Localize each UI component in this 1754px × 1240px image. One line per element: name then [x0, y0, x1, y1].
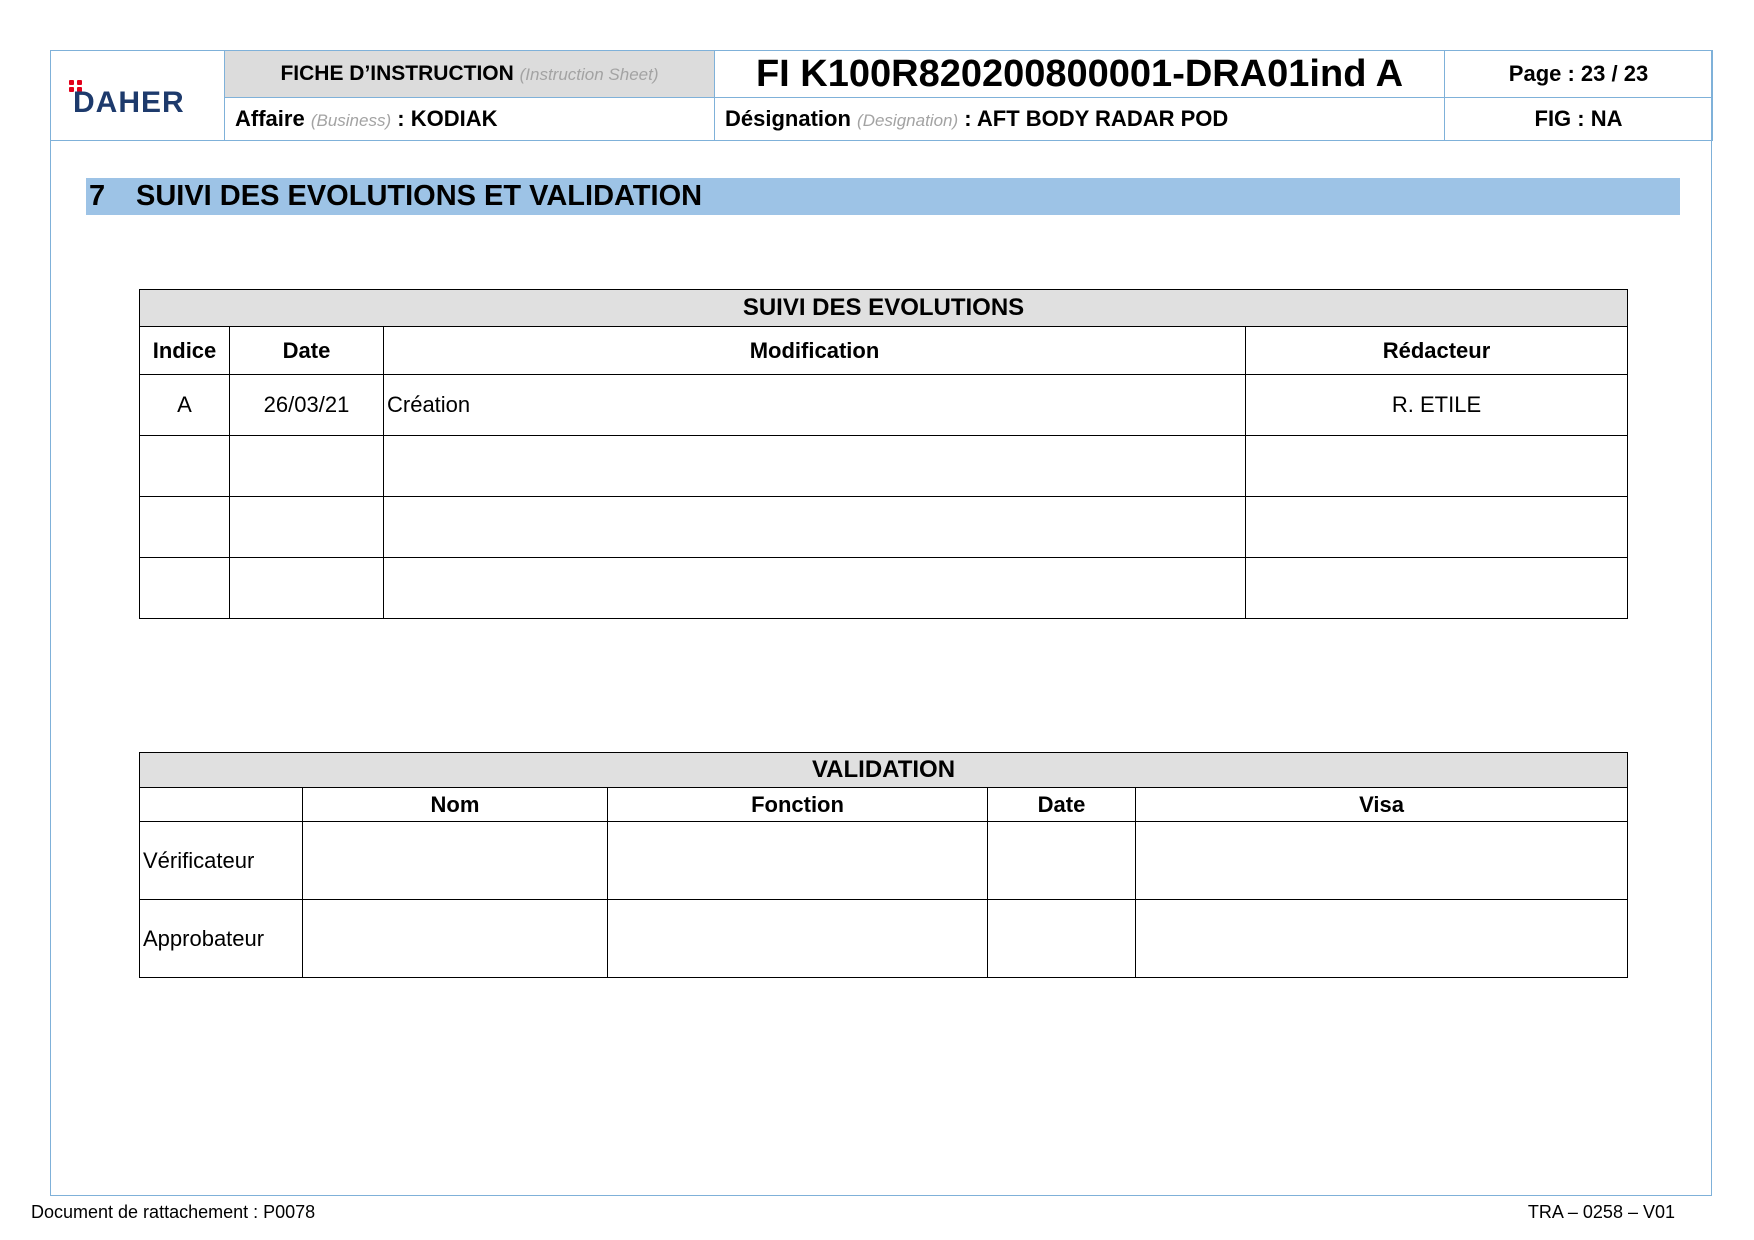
date-cell [987, 899, 1136, 978]
nom-cell [302, 899, 608, 978]
fonction-cell [607, 899, 988, 978]
table-row: A 26/03/21 Création R. ETILE [139, 374, 1629, 436]
affaire-value: : KODIAK [397, 106, 498, 131]
table-row: Approbateur [139, 899, 1629, 978]
affaire-label-en: (Business) [310, 111, 392, 130]
affaire-label: Affaire [235, 106, 305, 131]
fonction-cell [607, 821, 988, 900]
evolutions-table: SUIVI DES EVOLUTIONS Indice Date Modific… [138, 289, 1629, 619]
sheet-label-fr: FICHE D’INSTRUCTION [280, 62, 514, 85]
table-row: Vérificateur [139, 821, 1629, 900]
indice-cell [139, 496, 230, 558]
affaire-cell: Affaire (Business) : KODIAK [224, 97, 715, 141]
designation-label: Désignation [725, 106, 851, 131]
column-header: Fonction [607, 787, 988, 822]
section-heading: 7 SUIVI DES EVOLUTIONS ET VALIDATION [86, 178, 1680, 215]
page-frame [50, 50, 1712, 1196]
date-cell [987, 821, 1136, 900]
document-header: DAHER FICHE D’INSTRUCTION (Instruction S… [50, 50, 1713, 141]
modification-cell: Création [383, 374, 1246, 436]
sheet-type-label: FICHE D’INSTRUCTION (Instruction Sheet) [224, 50, 715, 98]
validation-table: VALIDATION Nom Fonction Date Visa Vérifi… [138, 752, 1629, 978]
evolutions-header-row: Indice Date Modification Rédacteur [139, 326, 1629, 375]
column-header: Visa [1134, 787, 1629, 822]
date-cell: 26/03/21 [229, 374, 384, 436]
footer-right: TRA – 0258 – V01 [1527, 1202, 1675, 1222]
modification-cell [383, 557, 1246, 619]
sheet-label-en: (Instruction Sheet) [519, 65, 659, 84]
nom-cell [302, 821, 608, 900]
indice-cell [139, 435, 230, 497]
logo-cell: DAHER [50, 50, 225, 141]
date-cell [229, 435, 384, 497]
column-header: Date [987, 787, 1136, 822]
role-cell: Approbateur [139, 899, 303, 978]
date-cell [229, 496, 384, 558]
designation-label-en: (Designation) [857, 111, 959, 130]
page-number: Page : 23 / 23 [1444, 50, 1713, 98]
redacteur-cell [1244, 557, 1629, 619]
column-header: Date [229, 326, 384, 375]
column-header: Indice [139, 326, 230, 375]
designation-value: : AFT BODY RADAR POD [964, 106, 1229, 131]
redacteur-cell: R. ETILE [1244, 374, 1629, 436]
role-cell: Vérificateur [139, 821, 303, 900]
redacteur-cell [1244, 496, 1629, 558]
designation-cell: Désignation (Designation) : AFT BODY RAD… [714, 97, 1445, 141]
visa-cell [1134, 821, 1629, 900]
column-header: Modification [383, 326, 1246, 375]
modification-cell [383, 435, 1246, 497]
modification-cell [383, 496, 1246, 558]
logo-text: DAHER [73, 85, 185, 119]
visa-cell [1134, 899, 1629, 978]
indice-cell [139, 557, 230, 619]
daher-logo: DAHER [52, 52, 224, 140]
evolutions-title: SUIVI DES EVOLUTIONS [138, 289, 1629, 327]
column-header [139, 787, 303, 822]
validation-header-row: Nom Fonction Date Visa [139, 787, 1629, 822]
table-row [139, 557, 1629, 619]
fig-cell: FIG : NA [1444, 97, 1713, 141]
section-number: 7 [89, 180, 106, 212]
indice-cell: A [139, 374, 230, 436]
column-header: Nom [302, 787, 608, 822]
table-row [139, 435, 1629, 497]
section-title: SUIVI DES EVOLUTIONS ET VALIDATION [136, 180, 703, 212]
date-cell [229, 557, 384, 619]
validation-title: VALIDATION [138, 752, 1629, 788]
column-header: Rédacteur [1244, 326, 1629, 375]
redacteur-cell [1244, 435, 1629, 497]
document-reference: FI K100R820200800001-DRA01ind A [714, 50, 1445, 98]
table-row [139, 496, 1629, 558]
footer-left: Document de rattachement : P0078 [31, 1202, 316, 1222]
